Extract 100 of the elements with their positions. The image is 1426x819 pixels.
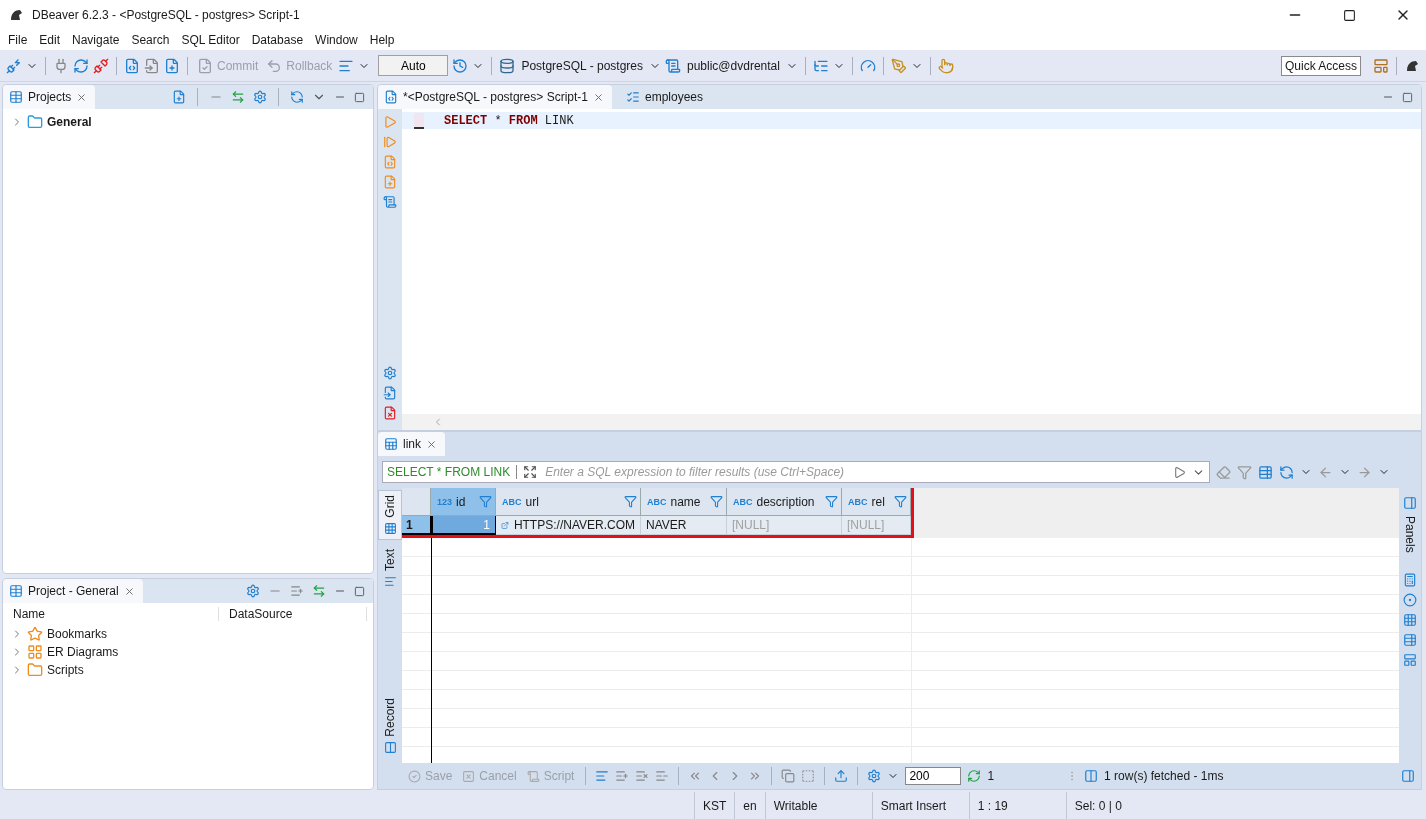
filter-sort-icon[interactable] [479,495,492,508]
check-icon[interactable] [408,769,421,783]
database-icon[interactable] [499,57,516,74]
schema-selector[interactable]: public@dvdrental [685,56,782,75]
menu-item[interactable]: Navigate [66,30,126,50]
panels-tab[interactable]: Panels [1403,516,1417,553]
column-header[interactable]: ABC rel [842,488,911,516]
calculator-icon[interactable] [1403,572,1417,587]
execute-icon[interactable] [383,115,397,129]
new-connection-icon[interactable] [6,57,22,74]
menu-item[interactable]: File [2,30,34,50]
table-settings-icon[interactable] [1258,464,1273,480]
tree-item[interactable]: General [47,115,92,129]
refresh-icon[interactable] [1279,464,1294,480]
menu-item[interactable]: SQL Editor [175,30,246,50]
new-project-icon[interactable] [172,90,186,104]
circle-icon[interactable] [1403,592,1417,607]
filter-sort-icon[interactable] [624,495,637,508]
schema-icon[interactable] [665,57,681,74]
layout-icon[interactable] [1403,652,1417,667]
tree-item[interactable]: Scripts [47,663,84,677]
apply-filter-icon[interactable] [1173,465,1186,479]
history-icon[interactable] [452,57,469,74]
export-icon[interactable] [834,769,849,783]
edit-icon[interactable] [595,769,610,783]
view-tab[interactable]: Text [378,543,402,593]
execute-new-tab-icon[interactable] [383,135,397,149]
reconnect-icon[interactable] [73,57,89,74]
fetch-status: 1 row(s) fetched - 1ms [1104,769,1224,783]
column-header[interactable]: ABC name [641,488,727,516]
panels-icon[interactable] [1403,496,1417,510]
table-cell[interactable]: NAVER [641,516,727,535]
menu-item[interactable]: Help [363,30,401,50]
maximize-icon[interactable] [1342,8,1356,22]
tree-item[interactable]: ER Diagrams [47,645,119,659]
load-script-icon[interactable] [383,386,397,400]
grid-icon[interactable] [383,521,397,535]
explain-plan-icon[interactable] [383,195,397,209]
filter-sort-icon[interactable] [825,495,838,508]
execute-script-new-tab-icon[interactable] [383,175,397,189]
add-row-icon[interactable] [615,769,630,783]
filter-field[interactable]: SELECT * FROM LINK Enter a SQL expression to filter results (use Ctrl+Space) [382,461,1210,483]
commit-mode-button[interactable]: Auto [378,55,449,76]
filter-icon[interactable] [1237,464,1252,480]
script-icon[interactable] [526,769,540,783]
connection-selector[interactable]: PostgreSQL - postgres [519,56,645,75]
delete-row-icon[interactable] [655,769,670,783]
row-number[interactable]: 1 [402,516,431,535]
disconnect-icon[interactable] [93,57,109,74]
link-icon[interactable] [231,90,245,104]
column-header[interactable]: ABC description [727,488,842,516]
query-label[interactable]: SELECT * FROM LINK [387,465,518,479]
link-icon[interactable] [312,584,326,598]
quick-access-field[interactable]: Quick Access [1280,55,1361,76]
record-icon[interactable] [383,741,397,754]
gauge-icon[interactable] [859,57,876,74]
grid-icon[interactable] [1403,612,1417,627]
column-header[interactable]: ABC url [496,488,641,516]
view-tab[interactable]: Grid [378,490,402,540]
column-header[interactable]: Name [3,607,219,621]
settings-icon[interactable] [383,366,397,380]
plug-icon[interactable] [53,57,69,74]
filter-sort-icon[interactable] [710,495,723,508]
menu-item[interactable]: Database [245,30,310,50]
link-icon[interactable] [501,519,509,531]
table-cell[interactable]: HTTPS://NAVER.COM [496,516,641,535]
settings-icon[interactable] [867,769,882,783]
execute-script-icon[interactable] [383,155,397,169]
menu-item[interactable]: Search [125,30,176,50]
copy-icon[interactable] [781,769,796,783]
fit-icon[interactable] [801,769,816,783]
text-icon[interactable] [383,574,397,588]
refresh-icon[interactable] [290,90,304,104]
view-tab[interactable]: Record [378,693,402,759]
column-header[interactable]: DataSource [219,607,367,621]
export-script-icon[interactable] [383,406,397,420]
new-script-icon[interactable] [164,57,180,74]
transaction-icon[interactable] [124,57,140,74]
forward-icon[interactable] [1357,464,1372,480]
menu-item[interactable]: Edit [33,30,67,50]
settings-icon[interactable] [253,90,267,104]
sql-code-line[interactable]: SELECT * FROM LINK [444,113,574,128]
tree-item[interactable]: Bookmarks [47,627,108,641]
filter-sort-icon[interactable] [894,495,907,508]
pen-icon[interactable] [890,57,907,74]
editor-tab[interactable]: employees [620,85,711,109]
eraser-icon[interactable] [1216,464,1231,480]
results-tab[interactable]: link [403,437,421,451]
cancel-icon[interactable] [462,769,476,783]
menu-item[interactable]: Window [309,30,364,50]
back-icon[interactable] [1318,464,1333,480]
fetch-size-field[interactable]: 200 [905,767,962,785]
pointer-icon[interactable] [937,57,954,74]
column-header[interactable]: 123 id [431,488,496,516]
table-icon[interactable] [1403,632,1417,647]
refresh-icon[interactable] [967,769,982,783]
layout-toggle-icon[interactable] [1401,769,1415,783]
perspective-icon[interactable] [1373,57,1389,74]
editor-tab[interactable]: *<PostgreSQL - postgres> Script-1 [378,85,612,109]
settings-icon[interactable] [246,584,260,598]
